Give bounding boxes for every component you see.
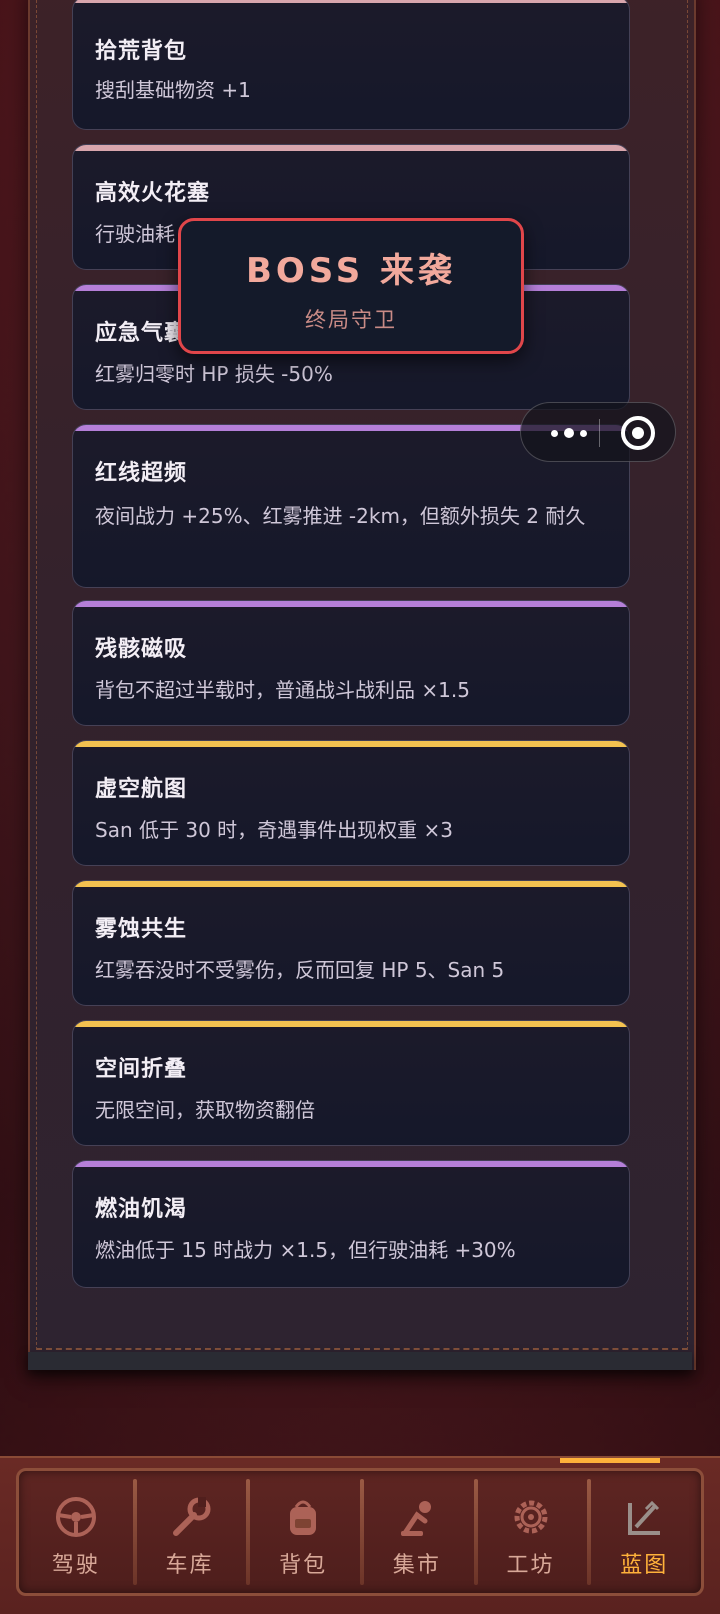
blueprint-icon — [628, 1500, 661, 1535]
tab-label: 驾驶 — [51, 1553, 100, 1578]
tab-bar-frame: 驾驶 车库 背包 集市 工坊 蓝图 — [16, 1468, 704, 1596]
more-dots-icon[interactable] — [541, 403, 597, 463]
blueprint-card[interactable]: 残骸磁吸 背包不超过半载时，普通战斗战利品 ×1.5 — [72, 600, 630, 726]
card-title: 空间折叠 — [95, 1057, 188, 1082]
card-title: 燃油饥渴 — [95, 1197, 188, 1222]
gear-icon — [514, 1500, 548, 1534]
rarity-bar — [73, 0, 629, 3]
rarity-bar — [73, 881, 629, 887]
rarity-bar — [73, 1161, 629, 1167]
card-title: 红线超频 — [95, 461, 188, 486]
backpack-icon — [290, 1500, 317, 1535]
card-description: 无限空间，获取物资翻倍 — [95, 1098, 315, 1122]
bottom-tab-bar: 驾驶 车库 背包 集市 工坊 蓝图 — [0, 1456, 720, 1614]
blueprint-card[interactable]: 空间折叠 无限空间，获取物资翻倍 — [72, 1020, 630, 1146]
tab-label: 车库 — [165, 1553, 214, 1578]
boss-alert-subtitle: 终局守卫 — [305, 308, 397, 332]
market-icon — [400, 1501, 431, 1536]
card-description: 红雾吞没时不受雾伤，反而回复 HP 5、San 5 — [95, 958, 505, 982]
card-description: 搜刮基础物资 +1 — [95, 78, 251, 102]
blueprint-card[interactable]: 拾荒背包 搜刮基础物资 +1 — [72, 0, 630, 130]
tab-garage[interactable]: 车库 — [132, 1471, 247, 1593]
tab-label: 背包 — [279, 1553, 328, 1578]
rarity-bar — [73, 601, 629, 607]
tab-blueprint[interactable]: 蓝图 — [587, 1471, 701, 1593]
card-title: 应急气囊 — [95, 321, 188, 346]
card-description: 夜间战力 +25%、红雾推进 -2km，但额外损失 2 耐久 — [95, 504, 586, 528]
rarity-bar — [73, 145, 629, 151]
blueprint-card[interactable]: 虚空航图 San 低于 30 时，奇遇事件出现权重 ×3 — [72, 740, 630, 866]
panel-footer — [28, 1352, 692, 1370]
card-description: San 低于 30 时，奇遇事件出现权重 ×3 — [95, 818, 453, 842]
card-title: 拾荒背包 — [95, 39, 188, 64]
tab-market[interactable]: 集市 — [360, 1471, 474, 1593]
card-title: 高效火花塞 — [95, 181, 211, 206]
tab-label: 蓝图 — [620, 1553, 669, 1578]
card-description: 红雾归零时 HP 损失 -50% — [95, 362, 333, 386]
tab-label: 工坊 — [506, 1553, 555, 1578]
tab-label: 集市 — [392, 1553, 441, 1578]
tab-drive[interactable]: 驾驶 — [19, 1471, 133, 1593]
card-title: 虚空航图 — [95, 777, 188, 802]
tab-workshop[interactable]: 工坊 — [473, 1471, 588, 1593]
card-description: 背包不超过半载时，普通战斗战利品 ×1.5 — [95, 678, 470, 702]
miniprogram-capsule — [520, 402, 676, 462]
active-tab-indicator — [560, 1458, 660, 1463]
card-title: 残骸磁吸 — [95, 637, 188, 662]
card-description: 燃油低于 15 时战力 ×1.5，但行驶油耗 +30% — [95, 1238, 516, 1262]
boss-alert-title: BOSS 来袭 — [245, 251, 457, 291]
blueprint-card[interactable]: 燃油饥渴 燃油低于 15 时战力 ×1.5，但行驶油耗 +30% — [72, 1160, 630, 1288]
capsule-divider — [599, 419, 600, 447]
boss-alert-toast: BOSS 来袭 终局守卫 — [178, 218, 524, 354]
tab-backpack[interactable]: 背包 — [246, 1471, 360, 1593]
blueprint-card[interactable]: 雾蚀共生 红雾吞没时不受雾伤，反而回复 HP 5、San 5 — [72, 880, 630, 1006]
rarity-bar — [73, 741, 629, 747]
steering-wheel-icon — [55, 1497, 96, 1537]
card-title: 雾蚀共生 — [95, 917, 188, 942]
rarity-bar — [73, 1021, 629, 1027]
wrench-icon — [172, 1497, 210, 1536]
target-close-icon[interactable] — [621, 416, 655, 450]
